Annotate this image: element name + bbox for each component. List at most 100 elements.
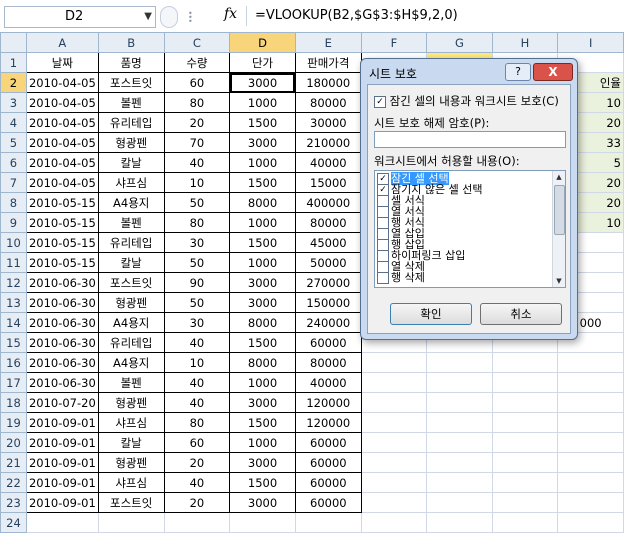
cell[interactable]: 180000 <box>294 72 362 93</box>
cell[interactable]: 40 <box>163 152 231 173</box>
cell[interactable]: 2010-04-05 <box>25 172 99 193</box>
row-header[interactable]: 1 <box>0 52 27 73</box>
cell[interactable]: 70 <box>163 132 231 153</box>
cell[interactable]: 2010-05-15 <box>25 212 99 233</box>
cell[interactable]: 2010-09-01 <box>25 432 99 453</box>
checkbox-unchecked-icon[interactable] <box>377 272 389 284</box>
cell[interactable]: 판매가격 <box>294 52 362 73</box>
cell[interactable] <box>360 472 428 493</box>
cell[interactable] <box>360 352 428 373</box>
cell[interactable]: 8000 <box>229 192 296 213</box>
cell[interactable]: 80000 <box>294 352 362 373</box>
formula-input[interactable]: =VLOOKUP(B2,$G$3:$H$9,2,0) <box>246 6 624 26</box>
cell[interactable]: 1500 <box>229 472 296 493</box>
cell[interactable] <box>426 392 493 413</box>
cell[interactable] <box>360 372 428 393</box>
cell[interactable]: 3000 <box>229 292 296 313</box>
cell[interactable] <box>491 372 559 393</box>
cell[interactable]: 1500 <box>229 172 296 193</box>
cell[interactable]: 포스트잇 <box>97 272 165 293</box>
cell[interactable]: 샤프심 <box>97 412 165 433</box>
cell[interactable] <box>360 512 428 533</box>
column-header-h[interactable]: H <box>491 32 559 53</box>
row-header[interactable]: 9 <box>0 212 27 233</box>
cell[interactable]: 2010-06-30 <box>25 292 99 313</box>
scroll-down-icon[interactable]: ▼ <box>553 275 565 287</box>
cell[interactable]: 2010-05-15 <box>25 232 99 253</box>
cell[interactable]: 2010-09-01 <box>25 412 99 433</box>
cell[interactable]: 20 <box>163 112 231 133</box>
cell[interactable]: 2010-06-30 <box>25 332 99 353</box>
cell[interactable]: 2010-09-01 <box>25 472 99 493</box>
cell[interactable] <box>294 512 362 533</box>
drag-handle-icon[interactable]: • • • <box>188 10 193 26</box>
cell[interactable]: 3000 <box>229 452 296 473</box>
row-header[interactable]: 23 <box>0 492 27 513</box>
protect-sheet-option[interactable]: ✓ 잠긴 셀의 내용과 워크시트 보호(C) <box>374 93 559 109</box>
cell[interactable]: 1500 <box>229 332 296 353</box>
cell[interactable]: 30 <box>163 232 231 253</box>
cell[interactable]: 150000 <box>294 292 362 313</box>
cell[interactable]: 8000 <box>229 312 296 333</box>
cell[interactable]: 2010-07-20 <box>25 392 99 413</box>
cell[interactable]: 400000 <box>294 192 362 213</box>
scrollbar-thumb[interactable] <box>554 185 565 235</box>
cancel-button[interactable]: 취소 <box>480 303 562 325</box>
cell[interactable]: 1000 <box>229 432 296 453</box>
cell[interactable]: 15000 <box>294 172 362 193</box>
row-header[interactable]: 17 <box>0 372 27 393</box>
row-header[interactable]: 10 <box>0 232 27 253</box>
row-header[interactable]: 12 <box>0 272 27 293</box>
cell[interactable]: A4용지 <box>97 312 165 333</box>
cell[interactable]: 40000 <box>294 372 362 393</box>
scroll-up-icon[interactable]: ▲ <box>553 171 565 183</box>
column-header-i[interactable]: I <box>557 32 624 53</box>
cell[interactable]: 2010-04-05 <box>25 92 99 113</box>
cell[interactable]: 2010-04-05 <box>25 152 99 173</box>
column-header-b[interactable]: B <box>97 32 165 53</box>
cell[interactable]: 2010-06-30 <box>25 372 99 393</box>
cell[interactable]: 40000 <box>294 152 362 173</box>
cell[interactable]: 40 <box>163 332 231 353</box>
ok-button[interactable]: 확인 <box>390 303 472 325</box>
cell[interactable]: 80000 <box>294 212 362 233</box>
cell[interactable]: 30 <box>163 312 231 333</box>
cell[interactable]: 3000 <box>229 272 296 293</box>
cell[interactable]: 품명 <box>97 52 165 73</box>
cell[interactable] <box>491 452 559 473</box>
cell[interactable]: 1500 <box>229 112 296 133</box>
cell[interactable]: 120000 <box>294 412 362 433</box>
cell[interactable]: 3000 <box>229 132 296 153</box>
row-header[interactable]: 6 <box>0 152 27 173</box>
cell[interactable]: 유리테입 <box>97 332 165 353</box>
cell[interactable]: 3000 <box>229 392 296 413</box>
cell[interactable]: 90 <box>163 272 231 293</box>
row-header[interactable]: 2 <box>0 72 27 93</box>
cell[interactable]: 2010-04-05 <box>25 112 99 133</box>
cell[interactable] <box>426 472 493 493</box>
cell[interactable]: 볼펜 <box>97 92 165 113</box>
row-header[interactable]: 24 <box>0 512 27 533</box>
cell[interactable] <box>557 352 624 373</box>
row-header[interactable]: 22 <box>0 472 27 493</box>
column-header-a[interactable]: A <box>25 32 99 53</box>
cell[interactable] <box>426 432 493 453</box>
cell[interactable]: 2010-05-15 <box>25 252 99 273</box>
cell[interactable]: 20 <box>163 452 231 473</box>
cell[interactable] <box>163 512 231 533</box>
row-header[interactable]: 11 <box>0 252 27 273</box>
cell[interactable] <box>557 492 624 513</box>
cell[interactable] <box>491 392 559 413</box>
row-header[interactable]: 13 <box>0 292 27 313</box>
cell[interactable] <box>426 452 493 473</box>
cell[interactable]: 2010-04-05 <box>25 72 99 93</box>
cell[interactable]: 유리테입 <box>97 232 165 253</box>
cell[interactable]: 샤프심 <box>97 172 165 193</box>
cell[interactable] <box>557 412 624 433</box>
row-header[interactable]: 16 <box>0 352 27 373</box>
cell[interactable] <box>426 352 493 373</box>
cell[interactable]: 형광펜 <box>97 452 165 473</box>
cell[interactable]: 40 <box>163 472 231 493</box>
cell[interactable] <box>426 492 493 513</box>
cell[interactable]: 포스트잇 <box>97 492 165 513</box>
